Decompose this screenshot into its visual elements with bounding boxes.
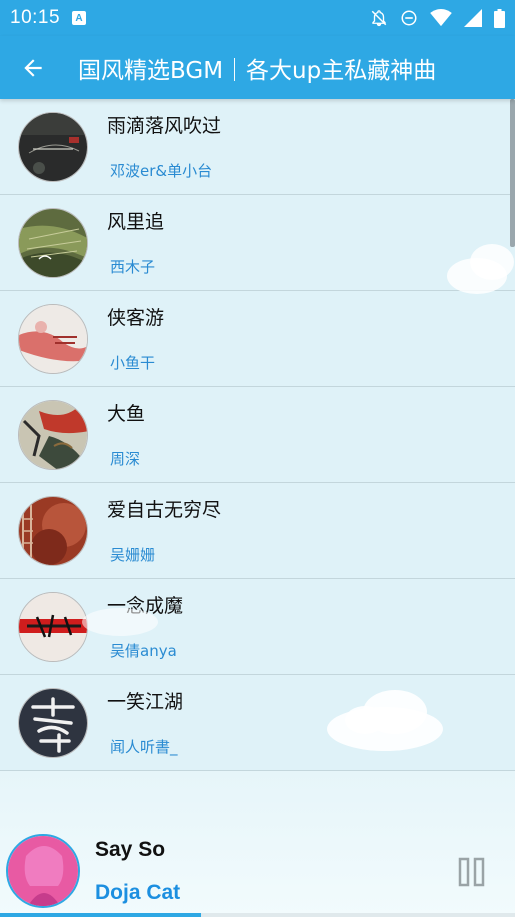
song-title: 一念成魔 — [107, 595, 184, 617]
song-title: 一笑江湖 — [107, 691, 184, 713]
now-playing-title: Say So — [95, 838, 166, 861]
song-cover — [18, 496, 88, 566]
song-title: 大鱼 — [107, 403, 146, 425]
song-artist: 吴姗姗 — [110, 546, 156, 564]
do-not-disturb-icon — [401, 10, 417, 26]
song-title: 风里追 — [107, 211, 165, 233]
playback-progress[interactable] — [0, 913, 515, 917]
song-artist: 闻人听書_ — [110, 738, 178, 756]
mini-player[interactable]: Say So Doja Cat — [0, 771, 515, 917]
song-artist: 吴倩anya — [110, 642, 177, 660]
pause-button[interactable] — [458, 857, 486, 887]
song-cover — [18, 112, 88, 182]
back-button[interactable] — [0, 36, 66, 99]
song-item[interactable]: 侠客游 小鱼干 — [0, 291, 515, 387]
song-list: 雨滴落风吹过 邓波er&单小台 风里追 西木子 侠客游 小鱼干 大鱼 周深 爱自… — [0, 99, 515, 771]
song-cover — [18, 208, 88, 278]
app-notification-icon: A — [72, 11, 87, 25]
song-cover — [18, 304, 88, 374]
song-cover — [18, 688, 88, 758]
song-item[interactable]: 雨滴落风吹过 邓波er&单小台 — [0, 99, 515, 195]
song-item[interactable]: 一笑江湖 闻人听書_ — [0, 675, 515, 771]
signal-icon — [464, 9, 482, 27]
pause-icon — [458, 857, 485, 887]
status-bar: 10:15 A — [0, 0, 515, 36]
song-item[interactable]: 爱自古无穷尽 吴姗姗 — [0, 483, 515, 579]
song-title: 侠客游 — [107, 307, 165, 329]
battery-icon — [494, 8, 505, 28]
song-artist: 周深 — [110, 450, 141, 468]
song-artist: 西木子 — [110, 258, 156, 276]
now-playing-artist: Doja Cat — [95, 881, 181, 904]
song-artist: 邓波er&单小台 — [110, 162, 213, 180]
app-bar: 国风精选BGM｜各大up主私藏神曲 — [0, 36, 515, 99]
playback-progress-fill — [0, 913, 201, 917]
song-title: 雨滴落风吹过 — [107, 115, 222, 137]
now-playing-cover[interactable] — [6, 834, 80, 908]
notifications-off-icon — [371, 10, 387, 27]
scrollbar[interactable] — [510, 99, 515, 247]
song-cover — [18, 592, 88, 662]
status-icons — [370, 8, 505, 28]
back-arrow-icon — [24, 58, 42, 77]
song-cover — [18, 400, 88, 470]
song-item[interactable]: 大鱼 周深 — [0, 387, 515, 483]
song-item[interactable]: 一念成魔 吴倩anya — [0, 579, 515, 675]
wifi-icon — [430, 9, 452, 27]
song-item[interactable]: 风里追 西木子 — [0, 195, 515, 291]
status-time: 10:15 — [10, 7, 61, 28]
page-title: 国风精选BGM｜各大up主私藏神曲 — [78, 57, 437, 84]
song-artist: 小鱼干 — [110, 354, 156, 372]
song-title: 爱自古无穷尽 — [107, 499, 222, 521]
